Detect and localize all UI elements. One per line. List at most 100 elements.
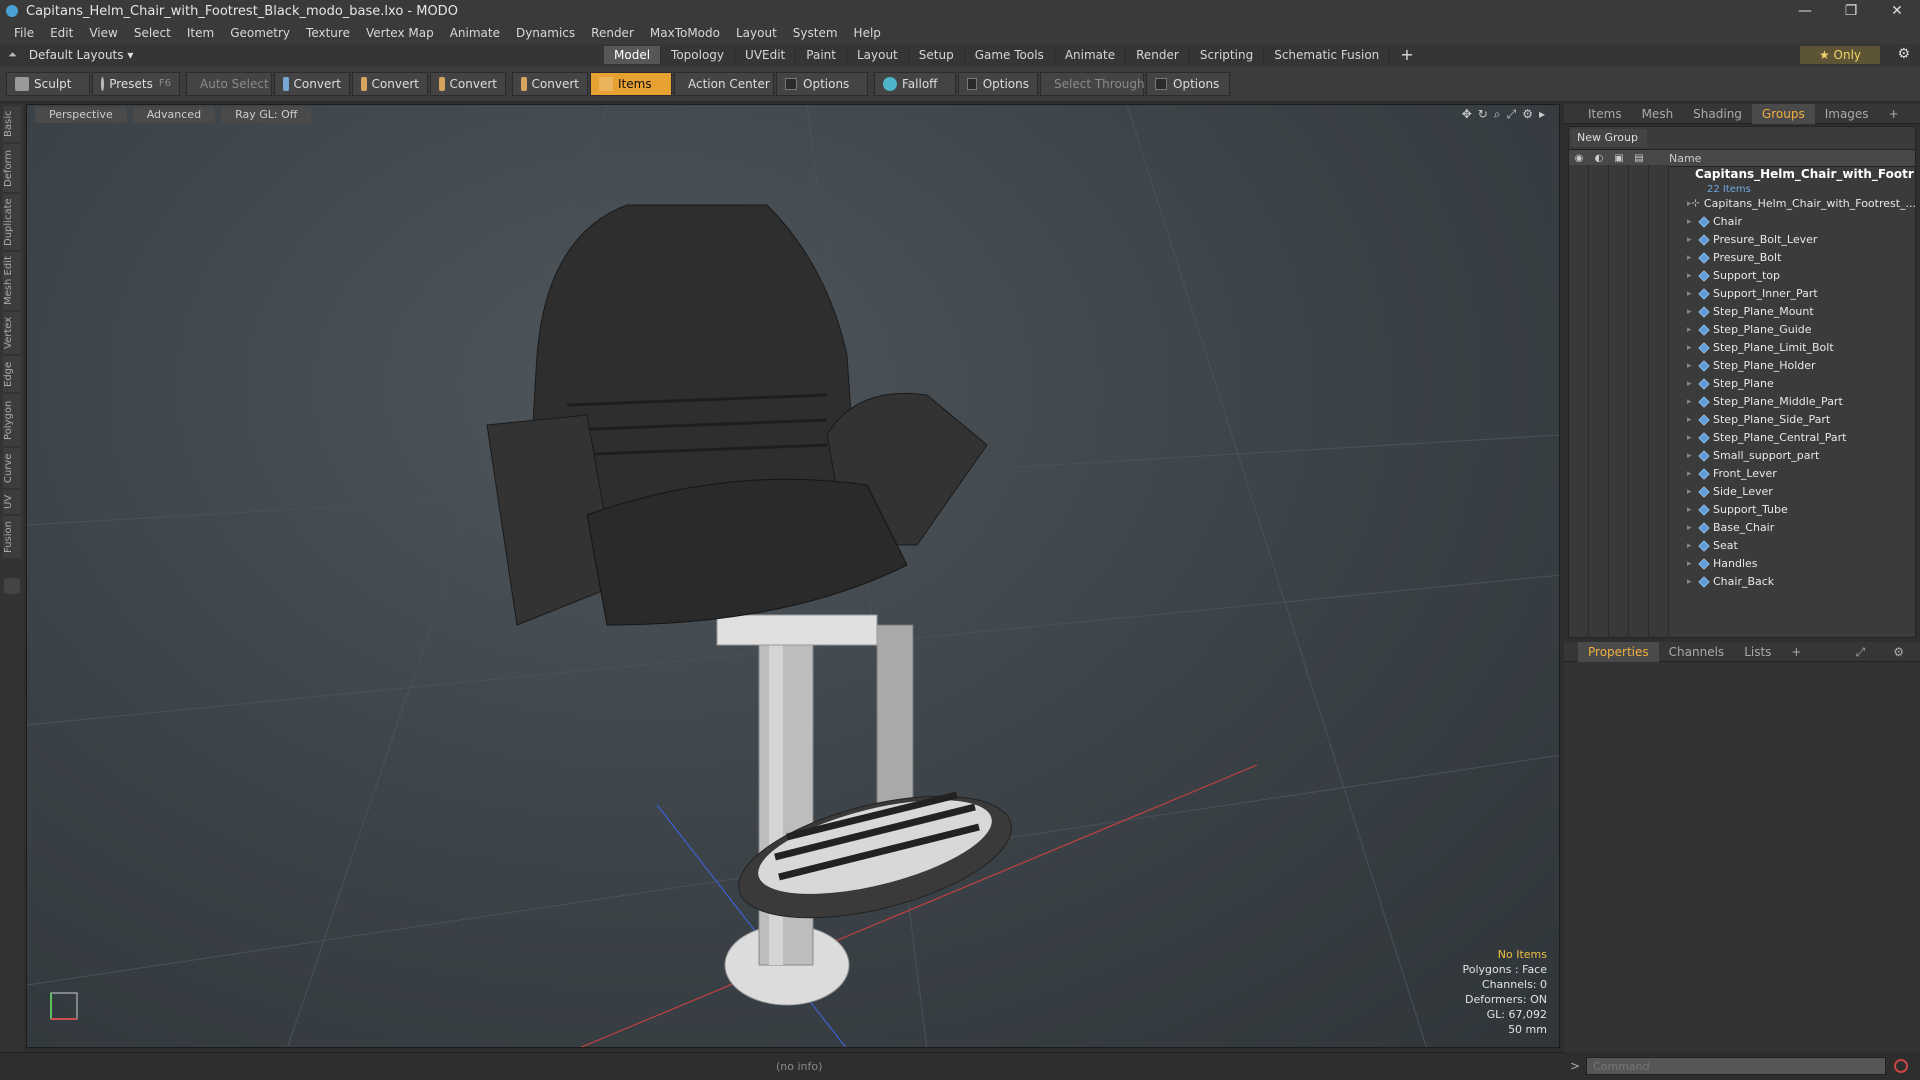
gear-icon[interactable]: ⚙ [1897,46,1910,62]
left-tab-deform[interactable]: Deform [3,144,21,192]
list-item[interactable]: ▸ Handles [1669,555,1915,573]
expand-icon[interactable]: ▸ [1687,537,1699,555]
left-tab-uv[interactable]: UV [3,490,21,514]
presets-button[interactable]: Presets F6 [92,71,180,96]
tab-layout[interactable]: Layout [847,46,909,64]
menu-file[interactable]: File [6,26,42,40]
options-button-1[interactable]: Options [776,71,868,96]
left-tab-curve[interactable]: Curve [3,448,21,488]
tab-shading[interactable]: Shading [1683,104,1752,124]
menu-render[interactable]: Render [583,26,642,40]
select-column-icon[interactable]: ▤ [1629,153,1649,164]
options-button-3[interactable]: Options [1146,71,1230,96]
left-tab-mesh-edit[interactable]: Mesh Edit [3,252,21,310]
pan-icon[interactable]: ✥ [1462,107,1472,122]
options-checkbox[interactable] [967,77,977,90]
select-through-button[interactable]: Select Through [1040,71,1145,96]
menu-dynamics[interactable]: Dynamics [508,26,583,40]
menu-texture[interactable]: Texture [298,26,358,40]
menu-item[interactable]: Item [179,26,222,40]
left-tab-polygon[interactable]: Polygon [3,394,21,446]
sculpt-button[interactable]: Sculpt [6,71,90,96]
list-item[interactable]: ▸ Chair [1669,213,1915,231]
advanced-button[interactable]: Advanced [132,107,216,123]
list-item[interactable]: ▸ Step_Plane_Middle_Part [1669,393,1915,411]
expand-icon[interactable]: ▸ [1687,501,1699,519]
toggle-panel-icon[interactable] [4,578,20,594]
restore-icon[interactable]: ❐ [1828,3,1874,19]
zoom-icon[interactable]: ⌕ [1494,107,1501,122]
tab-groups[interactable]: Groups [1751,103,1815,124]
expand-icon[interactable]: ▸ [1687,231,1699,249]
tab-animate[interactable]: Animate [1055,46,1127,64]
list-item[interactable]: ▸ Side_Lever [1669,483,1915,501]
menu-view[interactable]: View [81,26,125,40]
action-center-button[interactable]: Action Center [674,71,774,96]
command-input[interactable] [1586,1057,1887,1075]
lock-column-icon[interactable]: ▣ [1609,153,1629,164]
expand-icon[interactable]: ▸ [1687,213,1699,231]
expand-icon[interactable]: ▸ [1687,555,1699,573]
list-item[interactable]: ▸ ⊹ Capitans_Helm_Chair_with_Footrest_... [1669,195,1915,213]
list-item[interactable]: ▸ Step_Plane_Limit_Bolt [1669,339,1915,357]
list-item[interactable]: ▸ Chair_Back [1669,573,1915,591]
expand-icon[interactable]: ▸ [1687,573,1699,591]
list-item[interactable]: ▸ Step_Plane_Central_Part [1669,429,1915,447]
convert-button-2[interactable]: Convert [352,71,428,96]
list-item[interactable]: ▸ Support_Inner_Part [1669,285,1915,303]
auto-select-button[interactable]: Auto Select [186,71,272,96]
menu-animate[interactable]: Animate [442,26,508,40]
viewport-expand-icon[interactable]: ▸ [1539,107,1545,122]
expand-icon[interactable]: ▸ [1687,393,1699,411]
list-item[interactable]: ▸ Front_Lever [1669,465,1915,483]
list-item[interactable]: ▸ Base_Chair [1669,519,1915,537]
options-checkbox[interactable] [1155,77,1167,90]
tab-uvedit[interactable]: UVEdit [735,46,797,64]
tab-scripting[interactable]: Scripting [1190,46,1265,64]
tab-topology[interactable]: Topology [661,46,736,64]
expand-icon[interactable]: ▸ [1687,267,1699,285]
tab-setup[interactable]: Setup [909,46,965,64]
menu-system[interactable]: System [785,26,846,40]
panel-maximize-icon[interactable]: ⤢ [1917,104,1920,124]
menu-layout[interactable]: Layout [728,26,785,40]
expand-icon[interactable]: ▸ [1687,357,1699,375]
list-item[interactable]: ▸ Support_Tube [1669,501,1915,519]
tab-game-tools[interactable]: Game Tools [965,46,1055,64]
record-macro-icon[interactable] [1894,1059,1909,1073]
tab-schematic-fusion[interactable]: Schematic Fusion [1264,46,1391,64]
falloff-button[interactable]: Falloff [874,71,956,96]
left-tab-fusion[interactable]: Fusion [3,516,21,558]
expand-icon[interactable]: ▸ [1687,375,1699,393]
left-tab-vertex[interactable]: Vertex [3,312,21,354]
expand-icon[interactable]: ▸ [1687,519,1699,537]
expand-icon[interactable]: ▸ [1687,303,1699,321]
new-group-button[interactable]: New Group [1571,129,1647,147]
options-checkbox[interactable] [785,77,797,90]
list-item[interactable]: ▸ Step_Plane_Holder [1669,357,1915,375]
items-button[interactable]: Items [590,71,672,96]
expand-icon[interactable]: ▸ [1687,447,1699,465]
tab-items[interactable]: Items [1578,104,1632,124]
list-item[interactable]: ▸ Step_Plane_Mount [1669,303,1915,321]
layout-selector[interactable]: ⏶ Default Layouts ▾ [0,48,400,62]
expand-icon[interactable]: ▸ [1687,483,1699,501]
convert-button-1[interactable]: Convert [274,71,350,96]
props-maximize-icon[interactable]: ⤢ [1846,642,1876,662]
tab-lists[interactable]: Lists [1734,642,1781,662]
options-button-2[interactable]: Options [958,71,1038,96]
menu-edit[interactable]: Edit [42,26,81,40]
name-column-header[interactable]: Name [1669,152,1701,165]
only-button[interactable]: ★ Only [1800,46,1880,64]
add-panel-tab-icon[interactable]: + [1879,104,1909,124]
add-props-tab-icon[interactable]: + [1781,642,1811,662]
render-column-icon[interactable]: ◐ [1589,153,1609,164]
tab-model[interactable]: Model [604,46,662,64]
menu-help[interactable]: Help [846,26,889,40]
expand-icon[interactable]: ▸ [1687,339,1699,357]
list-item[interactable]: ▸ Presure_Bolt [1669,249,1915,267]
3d-viewport[interactable]: Perspective Advanced Ray GL: Off ✥ ↻ ⌕ ⤢… [26,104,1560,1048]
list-item[interactable]: ▸ Seat [1669,537,1915,555]
props-gear-icon[interactable]: ⚙ [1883,642,1914,662]
viewport-gear-icon[interactable]: ⚙ [1522,107,1533,122]
